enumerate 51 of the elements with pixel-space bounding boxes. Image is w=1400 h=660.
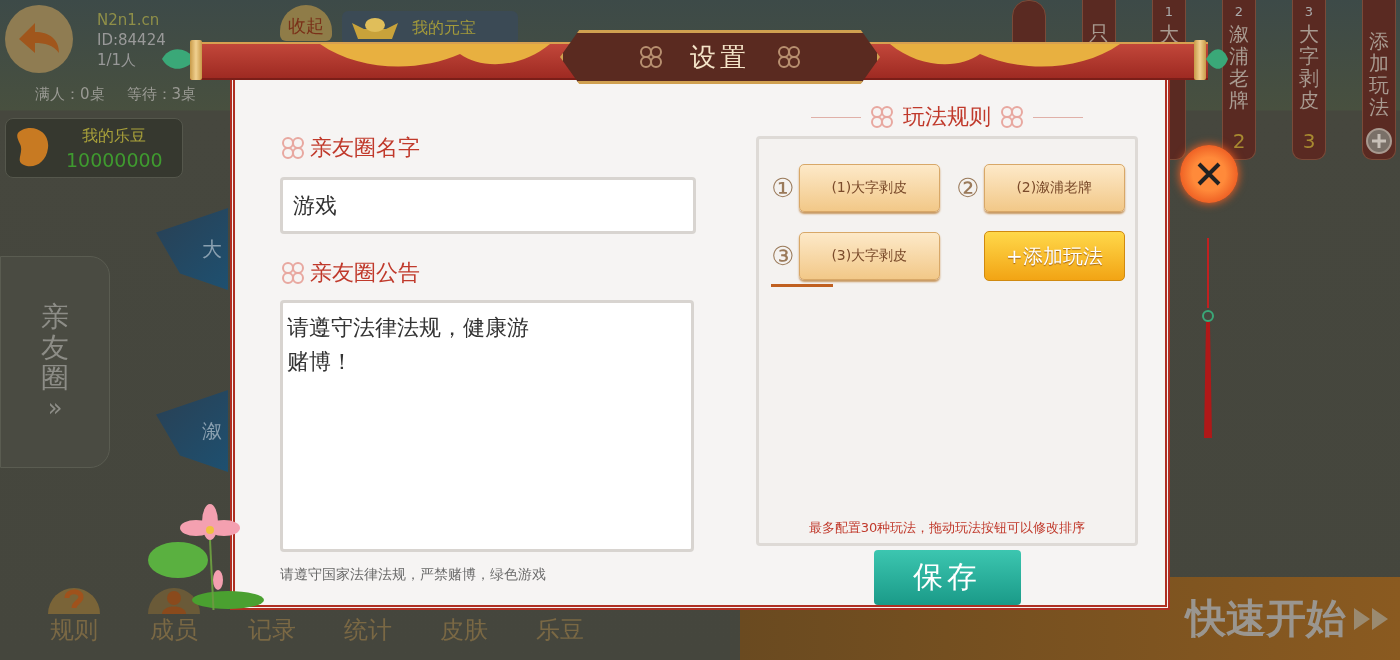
rule-number: ②	[955, 173, 981, 203]
close-icon	[1196, 161, 1222, 187]
notice-text-area[interactable]: 请遵守法律法规，健康游 赌博！	[280, 300, 694, 552]
ingot-label: 我的元宝	[412, 17, 476, 39]
rule-tab[interactable]: 2 溆浦老牌 2	[1222, 0, 1256, 160]
double-arrow-icon	[1354, 607, 1390, 630]
rule-tab[interactable]	[1012, 0, 1046, 45]
site-label: N2n1.cn	[97, 11, 161, 29]
notice-footnote: 请遵守国家法律法规，严禁赌博，绿色游戏	[280, 566, 547, 584]
scroll-cap	[1194, 40, 1206, 80]
flower-icon	[638, 44, 664, 70]
ingot-icon	[350, 15, 400, 41]
room-id: ID:84424	[97, 31, 166, 49]
tab-count: 2	[1232, 129, 1246, 153]
side-tab[interactable]: 亲友圈 »	[0, 256, 110, 468]
drag-indicator	[771, 284, 833, 287]
waiting-tables-label: 等待：3桌	[126, 85, 197, 104]
beans-value: 10000000	[66, 148, 163, 171]
add-rule-button[interactable]: +添加玩法	[984, 231, 1125, 281]
flower-icon	[776, 44, 802, 70]
full-tables-label: 满人：0桌	[35, 85, 105, 104]
scroll-cap	[190, 40, 202, 80]
flower-icon	[280, 260, 306, 286]
rule-button[interactable]: (2)溆浦老牌	[983, 164, 1125, 212]
rules-hint: 最多配置30种玩法，拖动玩法按钮可以修改排序	[808, 519, 1086, 537]
field-label: 亲友圈名字	[310, 134, 420, 162]
tab-label: 大字剥皮	[1299, 23, 1319, 111]
rule-number: ①	[770, 173, 796, 203]
rule-button[interactable]: (3)大字剥皮	[798, 232, 940, 280]
save-button[interactable]: 保存	[873, 550, 1021, 605]
rule-button[interactable]: (1)大字剥皮	[798, 164, 940, 212]
tab-label: 添加玩法	[1369, 30, 1389, 118]
collapse-button[interactable]: 收起	[280, 5, 332, 41]
rule-number: ③	[770, 241, 796, 271]
flower-icon	[869, 104, 895, 130]
tab-number: 3	[1304, 4, 1314, 19]
flower-icon	[999, 104, 1025, 130]
field-label: 亲友圈公告	[310, 259, 420, 287]
name-input-field[interactable]: 游戏	[280, 177, 696, 234]
tab-number: 1	[1164, 4, 1174, 19]
dialog-title: 设置	[690, 40, 750, 74]
tab-label: 溆浦老牌	[1229, 23, 1249, 111]
tab-count: 3	[1302, 129, 1316, 153]
plus-icon	[1365, 127, 1393, 155]
add-rule-tab[interactable]: 添加玩法	[1362, 0, 1396, 160]
rule-tab[interactable]: 3 大字剥皮 3	[1292, 0, 1326, 160]
section-title: 玩法规则	[903, 103, 991, 131]
beans-label: 我的乐豆	[82, 125, 147, 147]
player-count: 1/1人	[97, 51, 138, 70]
tab-number: 2	[1234, 4, 1244, 19]
flower-icon	[280, 135, 306, 161]
